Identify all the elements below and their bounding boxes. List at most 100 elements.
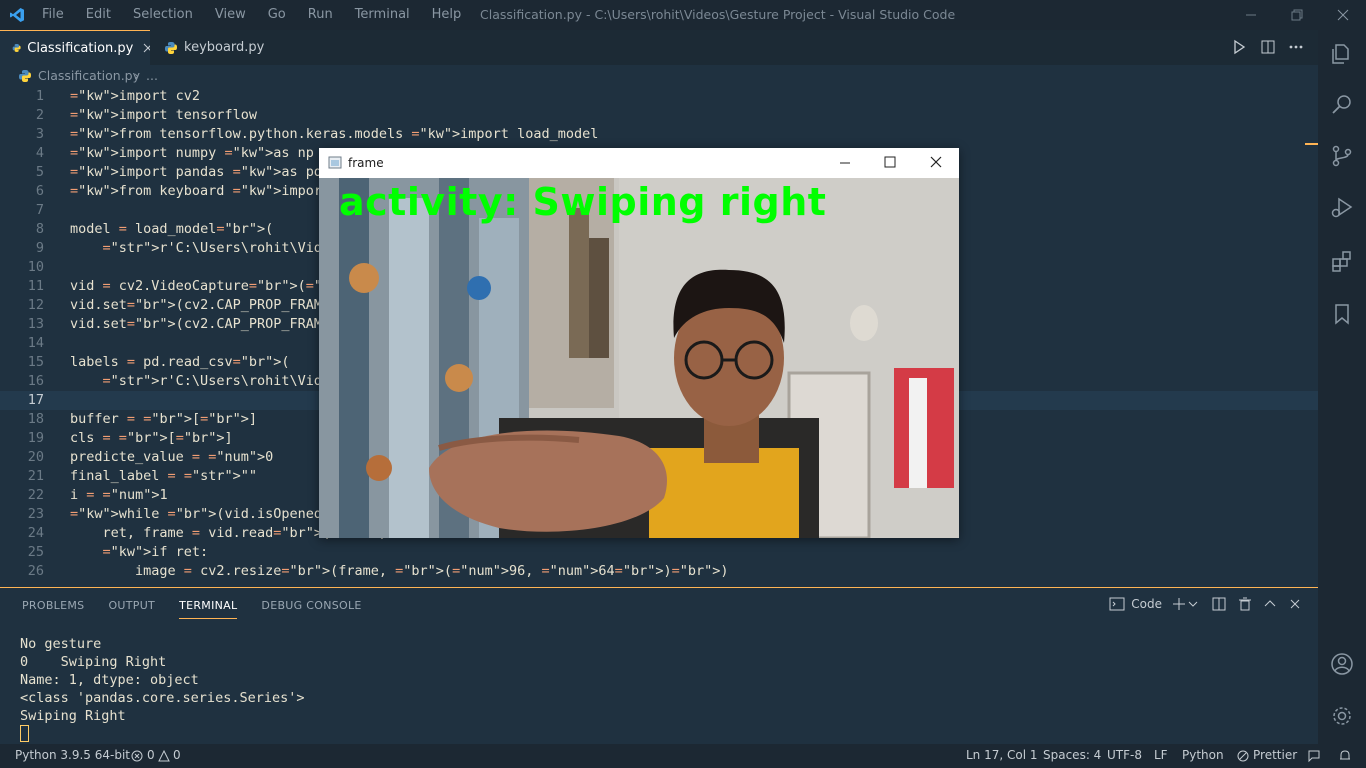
menu-go[interactable]: Go [268,7,286,22]
split-editor-icon[interactable] [1260,39,1276,55]
tab-terminal[interactable]: TERMINAL [179,599,238,619]
language-mode[interactable]: Python [1182,748,1224,762]
line-ending[interactable]: LF [1154,748,1168,762]
run-icon[interactable] [1232,39,1246,55]
source-control-icon[interactable] [1330,144,1354,168]
split-terminal-icon[interactable] [1212,597,1226,611]
notifications-bell-icon[interactable] [1338,749,1352,763]
window-title: Classification.py - C:\Users\rohit\Video… [480,7,956,22]
close-icon[interactable] [930,156,942,168]
prettier-status[interactable]: Prettier [1253,748,1297,762]
close-panel-icon[interactable] [1290,599,1300,609]
window-app-icon [328,156,342,169]
code-line: 2 ="kw">import tensorflow [35,107,257,123]
menu-edit[interactable]: Edit [86,7,111,22]
frame-title-bar[interactable]: frame [319,148,959,178]
terminal-selector[interactable]: Code [1131,597,1162,611]
code-text: model = load_model="br">( [70,221,274,237]
code-text: i = ="num">1 [70,487,168,503]
code-text: final_label = ="str">"" [70,468,257,484]
title-bar: File Edit Selection View Go Run Terminal… [0,0,1366,30]
minimize-icon[interactable] [839,157,851,169]
menu-view[interactable]: View [215,7,246,22]
tab-problems[interactable]: PROBLEMS [22,599,84,619]
encoding[interactable]: UTF-8 [1107,748,1142,762]
close-icon [1337,9,1349,21]
activity-bar [1318,30,1366,744]
menu-selection[interactable]: Selection [133,7,193,22]
tab-output[interactable]: OUTPUT [108,599,155,619]
terminal-line: 0 Swiping Right [20,654,167,670]
python-icon [19,70,31,82]
restore-button[interactable] [1274,0,1320,30]
terminal-line: <class 'pandas.core.series.Series'> [20,690,305,706]
bottom-panel: PROBLEMS OUTPUT TERMINAL DEBUG CONSOLE C… [0,587,1318,745]
prettier-check-icon [1237,750,1249,762]
activity-overlay-text: activity: Swiping right [339,180,827,224]
code-text: ="kw">import pandas ="kw">as pd [70,164,322,180]
tab-keyboard[interactable]: keyboard.py [150,30,270,65]
search-icon[interactable] [1330,92,1354,116]
indentation[interactable]: Spaces: 4 [1043,748,1101,762]
close-window-button[interactable] [1320,0,1366,30]
account-icon[interactable] [1330,652,1354,676]
code-line: 3 ="kw">from tensorflow.python.keras.mode… [35,126,599,142]
menu-file[interactable]: File [42,7,64,22]
menu-help[interactable]: Help [432,7,462,22]
scrollbar-marker [1305,143,1318,145]
panel-actions: Code [1109,597,1300,611]
cursor-position[interactable]: Ln 17, Col 1 [966,748,1038,762]
tab-debug-console[interactable]: DEBUG CONSOLE [261,599,361,619]
code-line: 25 ="kw">if ret: [27,544,209,560]
breadcrumb-rest[interactable]: ... [146,68,158,83]
maximize-icon[interactable] [884,156,896,168]
code-text: predicte_value = ="num">0 [70,449,274,465]
minimize-button[interactable] [1228,0,1274,30]
chevron-down-icon[interactable] [1188,599,1198,609]
settings-gear-icon[interactable] [1330,704,1354,728]
explorer-icon[interactable] [1330,42,1354,66]
minimize-icon [1246,14,1256,16]
breadcrumb-separator: › [134,68,139,83]
add-terminal-icon[interactable] [1172,597,1186,611]
code-text: ="kw">import cv2 [70,88,201,104]
webcam-frame: activity: Swiping right [319,178,959,538]
editor-actions [1232,39,1304,55]
terminal-line: No gesture [20,636,102,652]
tab-label: Classification.py [27,40,134,56]
error-count[interactable]: 0 [147,748,155,762]
warning-count[interactable]: 0 [173,748,181,762]
close-icon[interactable] [143,43,150,53]
frame-title: frame [348,156,384,170]
code-text: buffer = ="br">[="br">] [70,411,258,427]
more-actions-icon[interactable] [1288,39,1304,55]
terminal-cursor [20,725,29,742]
code-text: ="kw">import tensorflow [70,107,257,123]
frame-window[interactable]: frame activity: Swiping right [319,148,959,538]
terminal-output[interactable]: No gesture 0 Swiping Right Name: 1, dtype:… [20,635,304,725]
code-line: 1 ="kw">import cv2 [35,88,201,104]
maximize-panel-icon[interactable] [1264,598,1276,610]
terminal-line: Swiping Right [20,708,126,724]
editor-tabs: Classification.py keyboard.py [0,30,1318,65]
trash-icon[interactable] [1238,597,1252,611]
python-icon [165,41,177,54]
code-text: cls = ="br">[="br">] [70,430,233,446]
error-icon [131,750,143,762]
webcam-image [319,178,959,538]
menu-run[interactable]: Run [308,7,333,22]
breadcrumb-file[interactable]: Classification.py [38,68,140,83]
panel-tabs: PROBLEMS OUTPUT TERMINAL DEBUG CONSOLE [22,599,386,619]
vscode-logo-icon [10,8,24,22]
terminal-icon [1109,597,1125,611]
menu-terminal[interactable]: Terminal [355,7,410,22]
python-interpreter[interactable]: Python 3.9.5 64-bit [15,748,130,762]
menu-bar: File Edit Selection View Go Run Terminal… [42,7,483,22]
feedback-icon[interactable] [1307,749,1321,763]
bookmark-icon[interactable] [1330,302,1354,326]
run-debug-icon[interactable] [1330,196,1354,220]
tab-classification[interactable]: Classification.py [0,30,150,65]
extensions-icon[interactable] [1330,250,1354,274]
code-text: ="kw">from tensorflow.python.keras.model… [70,126,599,142]
breadcrumb: Classification.py › ... [0,65,1318,87]
